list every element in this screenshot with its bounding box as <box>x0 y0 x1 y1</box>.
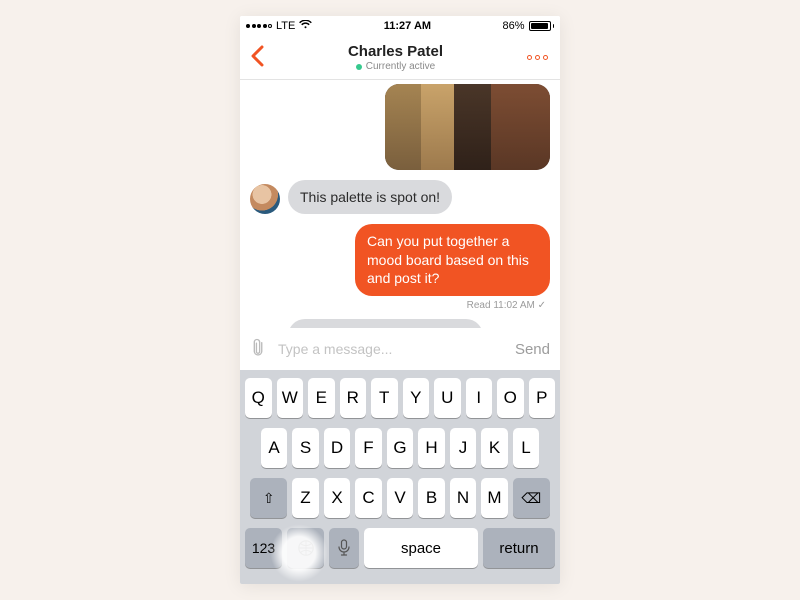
backspace-key[interactable]: ⌫ <box>513 478 550 518</box>
key-c[interactable]: C <box>355 478 382 518</box>
more-options-button[interactable] <box>527 55 550 60</box>
key-v[interactable]: V <box>387 478 414 518</box>
key-n[interactable]: N <box>450 478 477 518</box>
key-u[interactable]: U <box>434 378 461 418</box>
presence-status: Currently active <box>264 61 527 72</box>
battery-percent: 86% <box>502 20 524 32</box>
carrier-label: LTE <box>276 20 295 32</box>
chat-header: Charles Patel Currently active <box>240 36 560 80</box>
composer-bar: Send <box>240 328 560 370</box>
phone-frame: LTE 11:27 AM 86% Charles Patel Currently… <box>240 16 560 584</box>
key-i[interactable]: I <box>466 378 493 418</box>
message-bubble-incoming[interactable]: This palette is spot on! <box>288 180 452 214</box>
message-row-incoming: Can you send over a higher quality versi… <box>250 319 550 328</box>
key-e[interactable]: E <box>308 378 335 418</box>
send-button[interactable]: Send <box>515 341 550 358</box>
image-message[interactable] <box>385 84 550 170</box>
header-center: Charles Patel Currently active <box>264 43 527 72</box>
presence-text: Currently active <box>366 61 435 72</box>
key-g[interactable]: G <box>387 428 414 468</box>
key-k[interactable]: K <box>481 428 508 468</box>
key-z[interactable]: Z <box>292 478 319 518</box>
wifi-icon <box>299 20 312 32</box>
key-r[interactable]: R <box>340 378 367 418</box>
key-o[interactable]: O <box>497 378 524 418</box>
key-j[interactable]: J <box>450 428 477 468</box>
key-f[interactable]: F <box>355 428 382 468</box>
key-d[interactable]: D <box>324 428 351 468</box>
key-s[interactable]: S <box>292 428 319 468</box>
status-right: 86% <box>502 20 554 32</box>
key-m[interactable]: M <box>481 478 508 518</box>
key-y[interactable]: Y <box>403 378 430 418</box>
key-p[interactable]: P <box>529 378 556 418</box>
numbers-key[interactable]: 123 <box>245 528 282 568</box>
status-time: 11:27 AM <box>384 20 431 32</box>
attachment-icon[interactable] <box>245 335 274 364</box>
message-row-incoming: This palette is spot on! <box>250 180 550 214</box>
status-bar: LTE 11:27 AM 86% <box>240 16 560 36</box>
contact-name: Charles Patel <box>264 43 527 60</box>
shift-key[interactable]: ⇧ <box>250 478 287 518</box>
key-h[interactable]: H <box>418 428 445 468</box>
read-receipt: Read 11:02 AM ✓ <box>250 300 546 311</box>
key-t[interactable]: T <box>371 378 398 418</box>
chat-scroll[interactable]: This palette is spot on! Can you put tog… <box>240 80 560 328</box>
space-key[interactable]: space <box>364 528 478 568</box>
message-input[interactable] <box>278 341 505 357</box>
globe-key[interactable] <box>287 528 324 568</box>
key-w[interactable]: W <box>277 378 304 418</box>
battery-icon <box>529 21 555 31</box>
signal-dots-icon <box>246 24 272 28</box>
keyboard: QWERTYUIOP ASDFGHJKL ⇧ ZXCVBNM ⌫ 123 spa… <box>240 370 560 584</box>
keyboard-row-2: ASDFGHJKL <box>243 428 557 468</box>
message-bubble-incoming[interactable]: Can you send over a higher quality versi… <box>288 319 483 328</box>
key-x[interactable]: X <box>324 478 351 518</box>
key-b[interactable]: B <box>418 478 445 518</box>
presence-dot-icon <box>356 64 362 70</box>
message-bubble-outgoing[interactable]: Can you put together a mood board based … <box>355 224 550 295</box>
mic-key[interactable] <box>329 528 359 568</box>
key-a[interactable]: A <box>261 428 288 468</box>
keyboard-row-3: ⇧ ZXCVBNM ⌫ <box>243 478 557 518</box>
keyboard-row-1: QWERTYUIOP <box>243 378 557 418</box>
avatar[interactable] <box>250 184 280 214</box>
back-button[interactable] <box>250 44 264 72</box>
keyboard-row-bottom: 123 space return <box>243 528 557 568</box>
message-row-outgoing: Can you put together a mood board based … <box>250 224 550 295</box>
status-left: LTE <box>246 20 312 32</box>
return-key[interactable]: return <box>483 528 555 568</box>
key-l[interactable]: L <box>513 428 540 468</box>
key-q[interactable]: Q <box>245 378 272 418</box>
